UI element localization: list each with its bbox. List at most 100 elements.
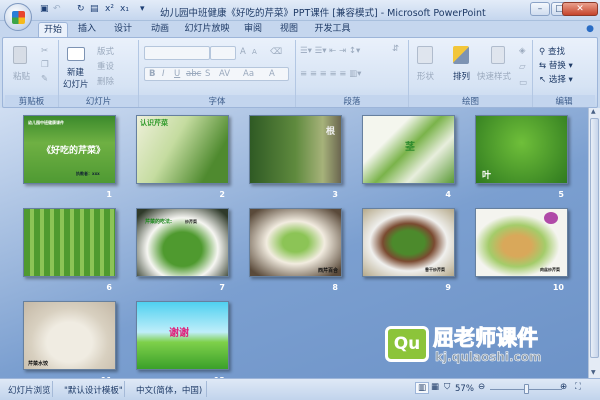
slide-thumbnail-3[interactable]: 根	[249, 115, 342, 184]
slide-number: 4	[445, 190, 451, 199]
slide-thumbnail-9[interactable]: 香干炒芹菜	[362, 208, 455, 277]
new-slide-dropdown[interactable]: 幻灯片	[63, 78, 89, 90]
slide-thumbnail-5[interactable]: 叶	[475, 115, 568, 184]
delete-button[interactable]: 删除	[97, 75, 114, 87]
slide-sorter-view-button[interactable]: ▦	[431, 382, 439, 392]
new-slide-button[interactable]: 新建	[67, 66, 84, 78]
shapes-icon[interactable]	[417, 46, 433, 64]
language-status[interactable]: 中文(简体，中国)	[136, 384, 202, 396]
slide-number: 1	[106, 190, 112, 199]
bullets-icon[interactable]: ☰▾ ☰▾ ⇤ ⇥ ↕▾	[300, 46, 360, 56]
tab-view[interactable]: 视图	[274, 22, 304, 37]
superscript-icon[interactable]: x²	[105, 4, 114, 16]
theme-status[interactable]: "默认设计模板"	[64, 384, 123, 396]
scroll-down-icon[interactable]: ▼	[591, 369, 596, 376]
group-drawing: 形状 排列 快速样式 ◈ ▱ ▭ 绘图	[409, 40, 533, 107]
help-icon[interactable]: ●	[584, 22, 596, 37]
slide-thumbnail-11[interactable]: 芹菜水饺	[23, 301, 116, 370]
customize-qat-icon[interactable]: ▾	[140, 4, 145, 16]
vertical-scrollbar[interactable]: ▲ ▼	[588, 108, 600, 378]
shape-effects-icon[interactable]: ▭	[519, 78, 527, 88]
paste-icon[interactable]	[13, 46, 27, 64]
layout-button[interactable]: 版式	[97, 45, 114, 57]
redo-icon[interactable]: ↻	[77, 4, 85, 16]
minimize-button[interactable]: –	[530, 2, 550, 16]
slide-thumbnail-4[interactable]: 茎	[362, 115, 455, 184]
tab-design[interactable]: 设计	[108, 22, 138, 37]
cut-icon[interactable]: ✂	[41, 46, 48, 56]
subscript-icon[interactable]: x₁	[120, 4, 129, 16]
undo-icon[interactable]: ↶	[53, 4, 61, 16]
slideshow-view-button[interactable]: ⛉	[444, 382, 450, 392]
slide-thumbnail-12[interactable]: 谢谢	[136, 301, 229, 370]
slide-caption: 芹菜水饺	[28, 361, 49, 367]
text-direction-icon[interactable]: ⇵	[392, 44, 399, 54]
slide-number: 9	[445, 283, 451, 292]
zoom-in-button[interactable]: ⊕	[560, 382, 567, 392]
arrange-button[interactable]: 排列	[453, 70, 470, 82]
find-button[interactable]: ⚲ 查找	[539, 45, 565, 57]
quick-styles-button[interactable]: 快速样式	[477, 70, 511, 82]
print-preview-icon[interactable]: ▤	[90, 4, 99, 16]
slide-thumbnail-6[interactable]	[23, 208, 116, 277]
quick-styles-icon[interactable]	[491, 46, 505, 64]
clear-format-icon[interactable]: ⌫	[270, 47, 282, 57]
slide-caption: 肉丝炒芹菜	[540, 267, 560, 272]
replace-button[interactable]: ⇆ 替换 ▾	[539, 59, 573, 71]
new-slide-icon[interactable]	[67, 47, 85, 61]
scroll-up-icon[interactable]: ▲	[591, 108, 596, 115]
font-color-button[interactable]: A	[269, 69, 275, 79]
zoom-level[interactable]: 57%	[455, 384, 474, 394]
slide-thumbnail-10[interactable]: 肉丝炒芹菜	[475, 208, 568, 277]
tab-review[interactable]: 审阅	[238, 22, 268, 37]
shrink-font-button[interactable]: A	[252, 48, 257, 56]
group-label: 绘图	[409, 95, 532, 107]
shape-fill-icon[interactable]: ◈	[519, 46, 526, 56]
reset-button[interactable]: 重设	[97, 60, 114, 72]
fit-to-window-icon[interactable]: ⛶	[575, 382, 581, 392]
slide-thumbnail-1[interactable]: 幼儿园中班健康课件 《好吃的芹菜》 执教者：xxx	[23, 115, 116, 184]
copy-icon[interactable]: ❐	[41, 60, 49, 70]
tab-animations[interactable]: 动画	[145, 22, 175, 37]
ribbon: 粘贴 ✂ ❐ ✎ 剪贴板 新建 幻灯片 版式 重设 删除 幻灯片 A A ⌫ B…	[2, 37, 598, 108]
shadow-button[interactable]: S	[205, 69, 210, 79]
scrollbar-thumb[interactable]	[590, 118, 599, 358]
normal-view-button[interactable]: ▥	[415, 382, 430, 394]
change-case-button[interactable]: Aa	[243, 69, 254, 79]
underline-button[interactable]: U	[174, 69, 180, 79]
tab-slideshow[interactable]: 幻灯片放映	[182, 22, 232, 37]
close-button[interactable]: ✕	[562, 2, 598, 16]
slide-thumbnail-8[interactable]: 西芹百合	[249, 208, 342, 277]
format-painter-icon[interactable]: ✎	[41, 74, 48, 84]
char-spacing-button[interactable]: AV	[219, 69, 230, 79]
tab-home[interactable]: 开始	[38, 22, 68, 37]
paste-button[interactable]: 粘贴	[13, 70, 30, 82]
save-icon[interactable]: ▣	[40, 4, 49, 16]
select-button[interactable]: ↖ 选择 ▾	[539, 73, 573, 85]
strikethrough-button[interactable]: abc	[186, 69, 201, 79]
slide-number: 10	[552, 283, 564, 292]
shape-outline-icon[interactable]: ▱	[519, 62, 526, 72]
shapes-button[interactable]: 形状	[417, 70, 434, 82]
view-status: 幻灯片浏览	[8, 386, 51, 396]
arrange-icon[interactable]	[453, 46, 469, 64]
flower-icon	[544, 212, 558, 224]
zoom-out-button[interactable]: ⊖	[478, 382, 485, 392]
bold-button[interactable]: B	[149, 69, 155, 79]
tab-insert[interactable]: 插入	[72, 22, 102, 37]
slide-thumbnail-2[interactable]: 认识芹菜	[136, 115, 229, 184]
slide-title: 《好吃的芹菜》	[42, 146, 106, 156]
zoom-slider-thumb[interactable]	[524, 384, 529, 394]
group-clipboard: 粘贴 ✂ ❐ ✎ 剪贴板	[5, 40, 59, 107]
font-name-input[interactable]	[144, 46, 210, 60]
group-label: 编辑	[533, 95, 595, 107]
font-size-input[interactable]	[210, 46, 236, 60]
grow-font-button[interactable]: A	[240, 47, 246, 57]
slide-thumbnail-7[interactable]: 芹菜的吃法: 炒芹菜	[136, 208, 229, 277]
slide-title: 谢谢	[169, 328, 189, 339]
office-button[interactable]	[4, 3, 32, 31]
align-icon[interactable]: ≡ ≡ ≡ ≡ ≡ ▥▾	[300, 69, 361, 79]
replace-icon: ⇆	[539, 61, 549, 71]
tab-developer[interactable]: 开发工具	[310, 22, 355, 37]
italic-button[interactable]: I	[162, 69, 165, 79]
